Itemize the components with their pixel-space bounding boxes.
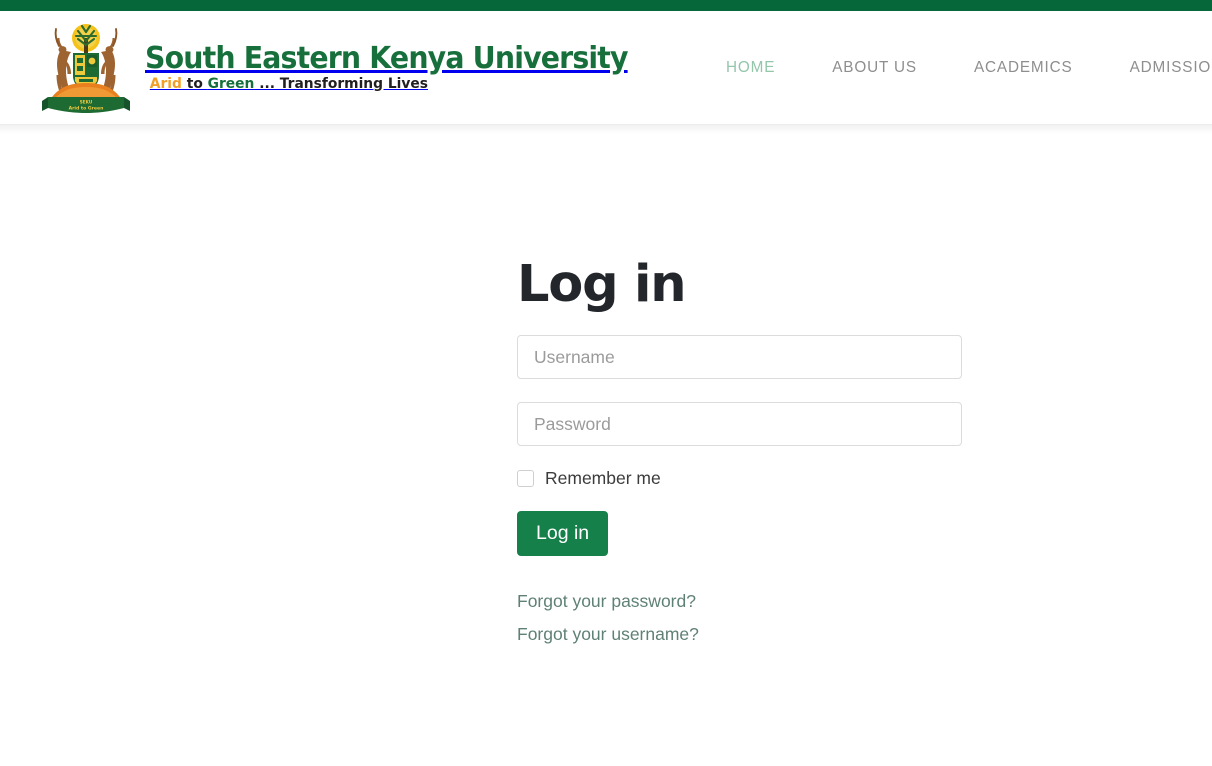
forgot-password-link[interactable]: Forgot your password? [517,591,696,612]
page-body: Log in Remember me Log in Forgot your pa… [0,134,1212,766]
seku-coat-of-arms-icon: SEKU Arid to Green [42,23,130,113]
forgot-username-link[interactable]: Forgot your username? [517,624,699,645]
forgot-links-group: Forgot your password? Forgot your userna… [517,591,962,645]
university-name: South Eastern Kenya University [145,40,628,76]
university-tagline: Arid to Green ... Transforming Lives [145,75,643,93]
remember-me-label[interactable]: Remember me [545,468,661,489]
brand-text-block: South Eastern Kenya University Arid to G… [145,40,664,93]
svg-text:SEKU: SEKU [80,99,93,104]
username-input[interactable] [517,335,962,379]
tagline-to: to [181,75,208,92]
svg-text:Arid to Green: Arid to Green [69,105,104,111]
password-input[interactable] [517,402,962,446]
brand-logo-link[interactable]: SEKU Arid to Green South Eastern Kenya U… [38,21,664,115]
log-in-button[interactable]: Log in [517,511,609,556]
nav-item-admissions[interactable]: ADMISSIONS [1102,53,1212,83]
header-bottom-shadow [0,125,1212,134]
login-form-container: Log in Remember me Log in Forgot your pa… [517,134,962,645]
remember-me-row: Remember me [517,468,962,489]
nav-item-academics[interactable]: ACADEMICS [946,53,1102,83]
tagline-rest: ... Transforming Lives [254,75,428,92]
nav-item-home[interactable]: HOME [698,53,804,83]
tagline-green: Green [207,75,255,92]
main-navigation: HOME ABOUT US ACADEMICS ADMISSIONS RESEA… [698,53,1212,83]
top-accent-bar [0,0,1212,11]
nav-item-about-us[interactable]: ABOUT US [804,53,946,83]
page-title: Log in [517,255,687,314]
remember-me-checkbox[interactable] [517,470,534,487]
site-header: SEKU Arid to Green South Eastern Kenya U… [0,11,1212,125]
tagline-arid: Arid [149,75,182,92]
login-form: Remember me Log in [517,335,962,591]
